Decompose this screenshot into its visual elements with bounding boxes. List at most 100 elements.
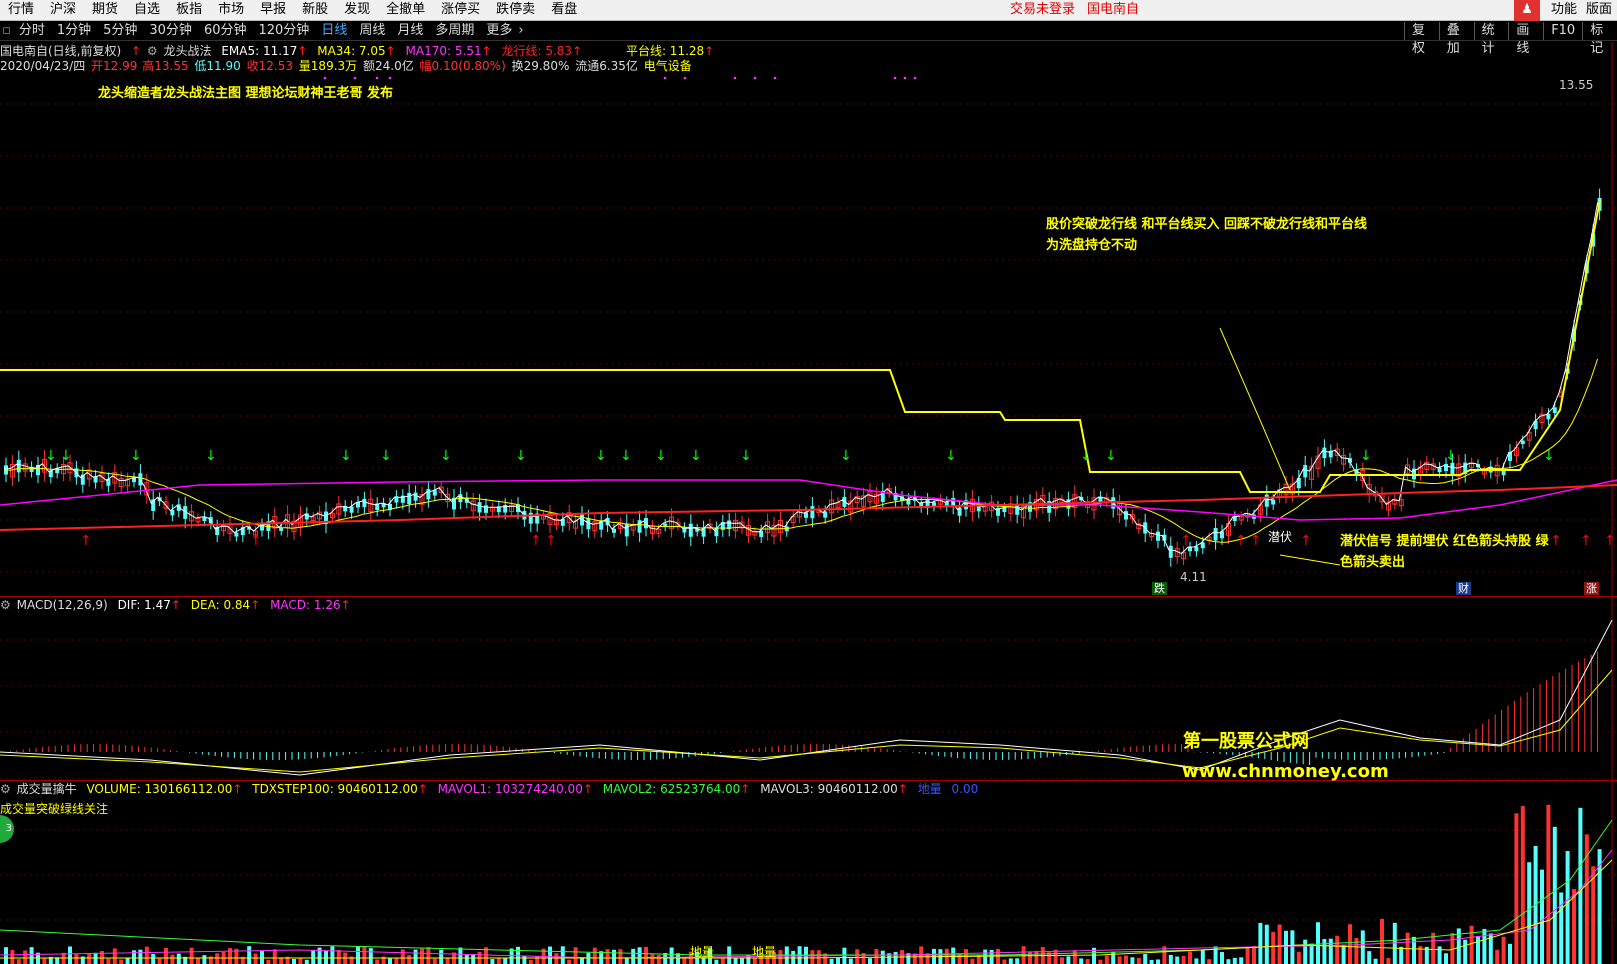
volume-bar — [1239, 957, 1244, 964]
sell-arrow-icon: ↓ — [840, 448, 852, 464]
volume-bar — [829, 958, 834, 964]
kline-chart-canvas[interactable]: ↓ ↓ ↓ ↓ ↓ ↓ ↓ ↓ ↓ ↓ ↓ ↓ ↓ ↓ ↓ ↓ ↓ ↓ ↓ ↓↑ ↑ ↑ ↑ ↑ ↑ ↑ ↑ ↑ ↑ ↑ — [0, 0, 1617, 964]
volume-bar — [144, 946, 149, 964]
diliang-mark-2: 地量 — [752, 945, 777, 959]
macd-dif: DIF: 1.47 — [117, 598, 171, 612]
volume-bar — [439, 949, 444, 964]
top-dot — [733, 76, 737, 80]
info-volume: 量189.3万 — [298, 59, 358, 73]
candle-body — [413, 492, 418, 501]
cai-marker[interactable]: 财 — [1456, 582, 1471, 595]
volume-bar — [10, 950, 15, 964]
volume-bar — [848, 958, 853, 964]
buy-rule-line2: 为洗盘持仓不动 — [1046, 238, 1138, 253]
vol-volume: VOLUME: 130166112.00 — [86, 782, 233, 796]
macd-settings-icon[interactable]: ⚙ — [0, 598, 11, 612]
ema5-value: EMA5: 11.17 — [221, 44, 298, 58]
candle-body — [612, 528, 616, 533]
die-marker[interactable]: 跌 — [1152, 582, 1167, 595]
info-line: 2020/04/23/四 开12.99 高13.55 低11.90 收12.53… — [0, 58, 698, 74]
volume-bar — [1117, 956, 1122, 964]
volume-bar — [618, 949, 623, 964]
info-change: 幅0.10(0.80%) — [419, 59, 506, 73]
high-price-label: 13.55 — [1559, 78, 1594, 92]
vol-indicator-name[interactable]: 成交量擒牛 — [17, 782, 77, 796]
ma170-line — [0, 479, 1617, 521]
indicator-name[interactable]: 龙头战法 — [164, 44, 212, 58]
volume-bar — [1021, 946, 1026, 964]
pingtai-value: 平台线: 11.28 — [625, 44, 705, 58]
volume-bar — [1104, 955, 1109, 964]
volume-bar — [311, 950, 316, 964]
info-open: 开12.99 — [91, 59, 138, 73]
buy-arrow-icon: ↑ — [1250, 533, 1262, 549]
info-sector[interactable]: 电气设备 — [644, 59, 692, 73]
volume-bar — [1437, 946, 1442, 964]
candle-body — [407, 492, 412, 505]
buy-arrow-icon: ↑ — [545, 533, 557, 549]
candle-body — [1194, 546, 1199, 552]
volume-bar — [893, 951, 898, 964]
dea-line — [0, 669, 1613, 773]
volume-bar — [528, 959, 533, 964]
volume-bar — [573, 947, 578, 964]
volume-bar — [778, 950, 783, 964]
candle-body — [484, 505, 488, 513]
sell-arrow-icon: ↓ — [440, 448, 452, 464]
sell-arrow-icon: ↓ — [1543, 448, 1555, 464]
volume-bar — [1303, 939, 1308, 964]
vol-settings-icon[interactable]: ⚙ — [0, 782, 11, 796]
volume-bar — [324, 950, 328, 964]
candle-body — [1450, 462, 1455, 476]
volume-bar — [1520, 806, 1525, 964]
sell-arrow-icon: ↓ — [1360, 448, 1372, 464]
volume-bar — [151, 953, 156, 964]
volume-bar — [983, 949, 988, 964]
volume-bar — [1002, 959, 1007, 964]
vol-tdxstep: TDXSTEP100: 90460112.00 — [252, 782, 418, 796]
volume-bar — [535, 956, 540, 964]
volume-bar — [1143, 953, 1148, 964]
volume-bar — [247, 946, 252, 964]
zhang-marker[interactable]: 涨 — [1584, 582, 1599, 595]
volume-bar — [1226, 959, 1231, 964]
volume-bar — [1348, 924, 1352, 964]
buy-arrow-icon: ↑ — [1235, 533, 1247, 549]
sell-arrow-icon: ↓ — [1080, 448, 1092, 464]
top-dot — [683, 76, 687, 80]
candle-body — [132, 477, 136, 483]
volume-bar — [1514, 813, 1519, 964]
volume-bar — [522, 955, 527, 964]
buy-arrow-icon: ↑ — [1550, 533, 1562, 549]
volume-bar — [1328, 938, 1333, 964]
volume-bar — [1085, 959, 1090, 964]
buy-arrow-icon: ↑ — [530, 533, 542, 549]
info-low: 低11.90 — [194, 59, 241, 73]
volume-bar — [330, 946, 335, 964]
volume-bar — [644, 946, 648, 964]
volume-bar — [253, 953, 258, 964]
volume-bar — [1034, 950, 1039, 964]
volume-bar — [548, 946, 552, 964]
buy-arrow-icon: ↑ — [1180, 533, 1192, 549]
candle-body — [637, 520, 642, 533]
volume-bar — [1444, 953, 1448, 964]
volume-bar — [23, 950, 28, 964]
settings-icon[interactable]: ⚙ — [147, 44, 158, 58]
macd-legend: ⚙ MACD(12,26,9) DIF: 1.47↑ DEA: 0.84↑ MA… — [0, 598, 351, 612]
volume-bar — [336, 949, 341, 964]
ma34-line — [3, 358, 1599, 543]
volume-bar — [1316, 922, 1320, 964]
volume-bar — [1130, 957, 1135, 964]
volume-bar — [509, 948, 514, 964]
volume-bar — [1175, 956, 1180, 964]
volume-legend: ⚙ 成交量擒牛 VOLUME: 130166112.00↑ TDXSTEP100… — [0, 782, 979, 796]
volume-bar — [1476, 935, 1480, 964]
macd-name[interactable]: MACD(12,26,9) — [17, 598, 108, 612]
volume-bar — [1181, 955, 1186, 964]
ma170-value: MA170: 5.51 — [405, 44, 482, 58]
candle-body — [1168, 545, 1173, 558]
candle-body — [1124, 511, 1128, 520]
volume-bar — [989, 949, 994, 964]
volume-bar — [1399, 946, 1404, 964]
